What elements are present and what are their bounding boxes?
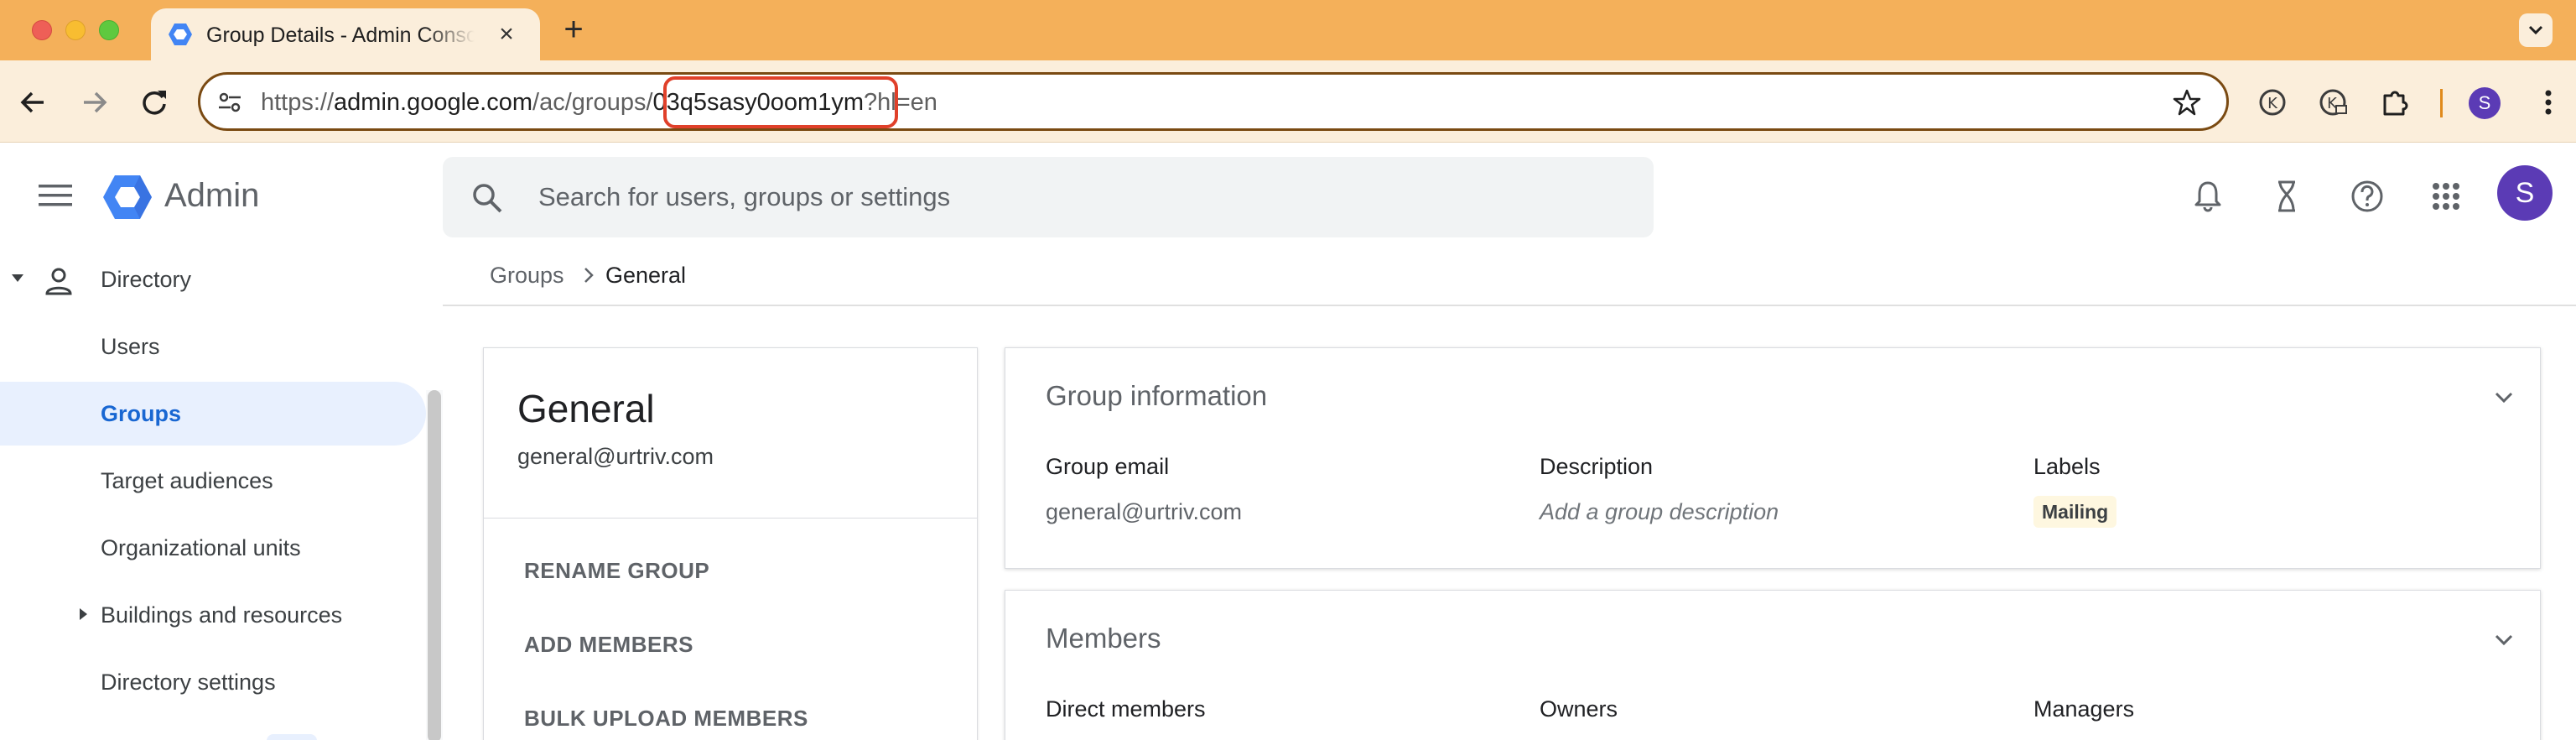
tasks-hourglass-icon[interactable] (2269, 179, 2304, 214)
browser-profile-avatar[interactable]: S (2469, 87, 2501, 119)
sidebar-item-groups[interactable]: Groups (0, 382, 426, 446)
sidebar-item-buildings-and-resources[interactable]: Buildings and resources (0, 583, 426, 647)
url-host: admin.google.com (334, 89, 533, 116)
rename-group-button[interactable]: RENAME GROUP (524, 556, 709, 585)
extension-k-icon[interactable]: K (2256, 86, 2289, 119)
chevron-right-icon (584, 268, 594, 283)
tab-search-icon (2528, 25, 2543, 35)
members-title[interactable]: Members (1046, 621, 1161, 656)
chevron-down-icon[interactable] (2491, 628, 2516, 653)
breadcrumb: Groups General (443, 248, 2576, 306)
sidebar-item-organizational-units[interactable]: Organizational units (0, 516, 426, 580)
reload-icon (143, 91, 166, 115)
tab-close-icon[interactable]: × (495, 22, 518, 47)
site-info-icon[interactable] (217, 90, 242, 115)
sidebar-nav: Directory Users Groups Target audiences … (0, 248, 443, 740)
address-bar[interactable]: https://admin.google.com/ac/groups/03q5s… (198, 72, 2229, 131)
sidebar-item-label: Buildings and resources (101, 602, 343, 628)
back-icon (20, 91, 44, 113)
description-label: Description (1540, 454, 1654, 479)
apps-grid-icon[interactable] (2428, 179, 2464, 214)
minimize-window-button[interactable] (65, 20, 86, 40)
sidebar-item-directory-settings[interactable]: Directory settings (0, 650, 426, 714)
group-summary-card: General general@urtriv.com RENAME GROUP … (483, 347, 978, 740)
reload-button[interactable] (138, 86, 171, 119)
sidebar-item-label: Organizational units (101, 535, 301, 560)
browser-toolbar: https://admin.google.com/ac/groups/03q5s… (0, 60, 2576, 143)
sidebar-item-label: Users (101, 334, 160, 359)
sidebar-item-target-audiences[interactable]: Target audiences (0, 449, 426, 513)
members-panel: Members Direct members Owners Managers (1005, 590, 2541, 740)
admin-header: Admin Search for users, groups or settin… (0, 143, 2576, 248)
admin-search-bar[interactable]: Search for users, groups or settings (443, 157, 1654, 237)
admin-favicon-icon (169, 23, 192, 45)
url-scheme: https:// (261, 89, 335, 116)
group-email-label: Group email (1046, 454, 1170, 479)
tab-title: Group Details - Admin Console (206, 23, 475, 47)
labels-label: Labels (2033, 454, 2101, 479)
maximize-window-button[interactable] (99, 20, 119, 40)
star-icon[interactable] (2173, 88, 2201, 117)
managers-label: Managers (2033, 696, 2135, 722)
close-window-button[interactable] (32, 20, 52, 40)
caret-down-icon (12, 274, 23, 282)
notifications-bell-icon[interactable] (2190, 179, 2225, 214)
url-path: /ac/groups/ (532, 89, 653, 116)
main-menu-icon[interactable] (39, 182, 72, 209)
toolbar-divider (2440, 89, 2443, 117)
app-title[interactable]: Admin (164, 175, 259, 216)
kebab-icon[interactable] (2536, 86, 2561, 119)
sidebar-item-label: Directory (101, 267, 192, 292)
group-name: General (517, 387, 655, 430)
browser-tab-strip: Group Details - Admin Console × + (0, 0, 2576, 60)
help-icon[interactable] (2350, 179, 2385, 214)
description-placeholder[interactable]: Add a group description (1540, 498, 1779, 526)
sidebar-item-label: Groups (101, 401, 182, 426)
sidebar-item-label: Target audiences (101, 468, 273, 493)
sidebar-item-partial (267, 734, 317, 740)
extension-puzzle-icon[interactable] (2378, 86, 2412, 119)
extension-k-mail-icon[interactable]: K (2316, 86, 2350, 119)
breadcrumb-current: General (605, 263, 687, 288)
breadcrumb-groups-link[interactable]: Groups (490, 261, 564, 289)
direct-members-label: Direct members (1046, 696, 1206, 722)
sidebar-scrollbar-thumb[interactable] (428, 390, 441, 740)
caret-right-icon[interactable] (80, 608, 87, 620)
sidebar-item-directory[interactable]: Directory (0, 248, 426, 311)
sidebar-item-label: Directory settings (101, 670, 276, 695)
tab-search-button[interactable] (2519, 13, 2553, 47)
divider (484, 518, 977, 519)
add-members-button[interactable]: ADD MEMBERS (524, 630, 693, 659)
group-email: general@urtriv.com (517, 444, 714, 469)
group-information-title[interactable]: Group information (1046, 378, 1267, 414)
search-icon (473, 184, 502, 213)
back-button[interactable] (17, 86, 50, 119)
url-group-id-highlight (663, 76, 898, 128)
forward-icon (84, 91, 107, 113)
group-email-value: general@urtriv.com (1046, 499, 1242, 524)
search-input[interactable]: Search for users, groups or settings (538, 180, 950, 214)
new-tab-button[interactable]: + (558, 13, 589, 46)
bulk-upload-members-button[interactable]: BULK UPLOAD MEMBERS (524, 704, 808, 732)
svg-text:K: K (2267, 95, 2278, 112)
owners-label: Owners (1540, 696, 1618, 722)
group-information-panel: Group information Group email general@ur… (1005, 347, 2541, 569)
account-avatar[interactable]: S (2497, 165, 2553, 221)
admin-logo-icon[interactable] (102, 174, 153, 221)
person-icon (45, 268, 72, 295)
forward-button[interactable] (77, 86, 111, 119)
sidebar-item-users[interactable]: Users (0, 315, 426, 378)
browser-tab-active[interactable]: Group Details - Admin Console × (151, 8, 540, 60)
chevron-down-icon[interactable] (2491, 385, 2516, 410)
label-chip-mailing: Mailing (2033, 496, 2117, 528)
